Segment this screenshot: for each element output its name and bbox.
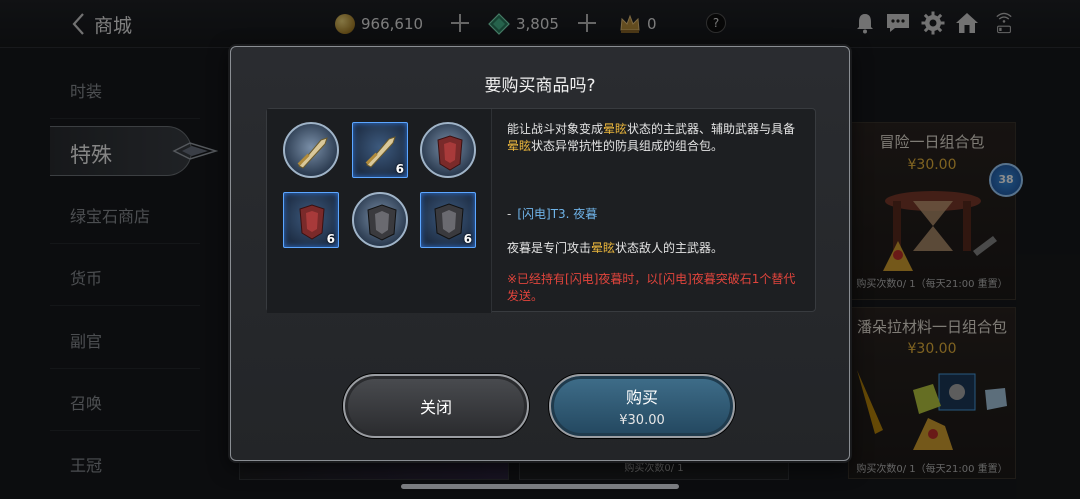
armor-icon (367, 204, 397, 241)
close-label: 关闭 (419, 398, 452, 417)
item-count: 6 (326, 232, 335, 246)
dialog-title: 要购买商品吗? (484, 76, 596, 96)
item-slot[interactable] (283, 122, 339, 178)
purchase-confirm-dialog: 要购买商品吗? 6 6 6 能让战斗对象变成晕眩状态的主武器、辅助武器与具备晕眩… (230, 46, 850, 461)
item-slot[interactable]: 6 (283, 192, 339, 248)
item-description: 夜暮是专门攻击晕眩状态敌人的主武器。 (507, 241, 724, 255)
sword-icon (297, 137, 328, 169)
buy-price: ¥30.00 (619, 413, 665, 428)
item-grid: 6 6 6 (267, 109, 492, 313)
buy-label: 购买 (625, 388, 658, 407)
warning-note: ※已经持有[闪电]夜暮时，以[闪电]夜暮突破石1个替代发送。 (507, 272, 796, 303)
item-count: 6 (395, 162, 404, 176)
item-slot[interactable]: 6 (352, 122, 408, 178)
close-button[interactable]: 关闭 (343, 374, 529, 438)
home-indicator[interactable] (401, 484, 679, 489)
item-slot[interactable]: 6 (420, 192, 476, 248)
item-count: 6 (463, 232, 472, 246)
item-slot[interactable] (352, 192, 408, 248)
product-detail-panel: 6 6 6 能让战斗对象变成晕眩状态的主武器、辅助武器与具备晕眩状态异常抗性的防… (266, 108, 816, 313)
item-link[interactable]: - [闪电]T3. 夜暮 (507, 205, 597, 222)
item-slot[interactable] (420, 122, 476, 178)
bundle-description: 能让战斗对象变成晕眩状态的主武器、辅助武器与具备晕眩状态异常抗性的防具组成的组合… (507, 122, 796, 153)
armor-icon (437, 135, 463, 171)
buy-button[interactable]: 购买 ¥30.00 (549, 374, 735, 438)
